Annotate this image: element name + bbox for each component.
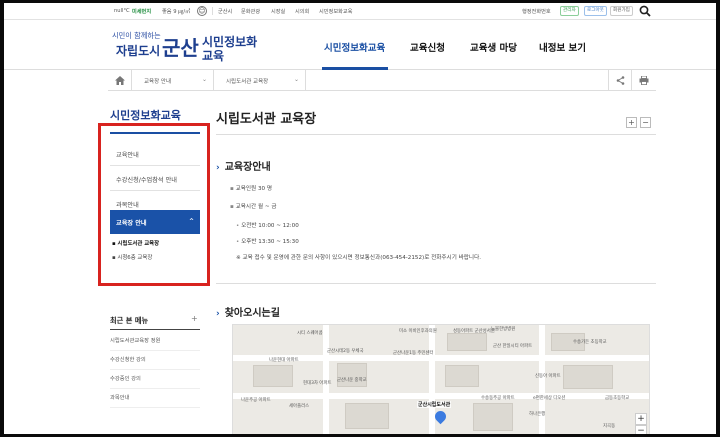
- logout-button[interactable]: 로그아웃: [584, 6, 607, 16]
- highlight-annotation-box: [98, 123, 210, 286]
- browser-viewport: null°C 미세먼지 좋음 9 ㎍/㎥ ☺ 군산시 문화관광 시장실 시의회 …: [4, 3, 716, 434]
- map-label: 세아플러스: [289, 404, 310, 409]
- smile-face-icon: ☺: [197, 6, 207, 16]
- recent-menu-item[interactable]: 수강신청한 강의: [110, 355, 200, 370]
- map-block: [447, 333, 487, 351]
- recent-menu-item[interactable]: 시립도서관교육장 정원: [110, 336, 200, 351]
- map-label: 신동아 아파트: [535, 374, 561, 379]
- map-label: 금동초등학교: [605, 396, 630, 401]
- map-label: 시티 스퀘어콤: [297, 331, 323, 336]
- map-label: 군산시테2동 우체국: [327, 349, 364, 354]
- recent-menu-item[interactable]: 수강중인 강의: [110, 374, 200, 389]
- signup-button[interactable]: 회원가입: [610, 6, 633, 16]
- map-road: [539, 325, 545, 434]
- sidebar-title: 시민정보화교육: [110, 109, 181, 122]
- top-link-education[interactable]: 시민정보화교육: [319, 8, 352, 15]
- chevron-down-icon: ⌄: [294, 76, 300, 83]
- map-label: 군산나운1동 주민센터: [393, 351, 434, 356]
- map-label: 나운현대 아파트: [269, 358, 299, 363]
- divider: [212, 7, 213, 15]
- recent-menu-divider: [110, 329, 200, 330]
- map-pin-icon[interactable]: [432, 408, 449, 425]
- map-label: 나운주공 아파트: [241, 398, 271, 403]
- breadcrumb-level1[interactable]: 교육장 안내 ⌄: [132, 70, 214, 91]
- chevron-right-icon: ›: [216, 163, 220, 173]
- search-icon[interactable]: [639, 5, 651, 17]
- map-label: 수송동주공 아파트: [481, 396, 515, 401]
- map-block: [445, 365, 479, 387]
- logo-site-name-2: 교육: [202, 49, 225, 63]
- map-block: [473, 403, 513, 431]
- map-block: [563, 365, 613, 389]
- map-label: 노블한방병원: [491, 327, 516, 332]
- phone-directory-link[interactable]: 행정전화번호: [522, 8, 551, 15]
- inquiry-note: ※ 교육 접수 및 운영에 관한 문의 사항이 있으시면 정보통신과(063-4…: [236, 255, 481, 261]
- home-icon: [115, 76, 125, 85]
- recent-menu-expand-button[interactable]: +: [191, 314, 198, 323]
- map-road: [233, 393, 649, 399]
- admin-button[interactable]: 관리자: [560, 6, 579, 16]
- zoom-out-button[interactable]: −: [640, 117, 651, 128]
- top-link-gunsan[interactable]: 군산시: [218, 8, 232, 15]
- map-label: 미소 이비인후과의원: [399, 329, 437, 334]
- site-logo[interactable]: 시민이 함께하는 자립도시 군산 시민정보화 교육: [108, 28, 268, 66]
- print-icon: [639, 76, 649, 85]
- map-label: 성동아파트 군산성서원: [453, 329, 495, 334]
- chevron-right-icon: ›: [216, 309, 220, 319]
- dust-label: 미세먼지: [132, 9, 152, 15]
- gnb-my-info[interactable]: 내정보 보기: [539, 40, 586, 54]
- top-link-mayor[interactable]: 시장실: [271, 8, 285, 15]
- gnb-apply[interactable]: 교육신청: [410, 40, 445, 54]
- top-link-tourism[interactable]: 문화관광: [241, 8, 260, 15]
- breadcrumb-level2[interactable]: 시립도서관 교육장 ⌄: [214, 70, 306, 91]
- print-button[interactable]: [632, 70, 656, 91]
- top-link-council[interactable]: 시의회: [295, 8, 309, 15]
- recent-menu-title: 최근 본 메뉴: [110, 316, 149, 325]
- site-header: 시민이 함께하는 자립도시 군산 시민정보화 교육 시민정보화교육 교육신청 교…: [4, 20, 716, 70]
- section-heading-directions: › 찾아오시는길: [216, 308, 280, 319]
- map-block: [337, 363, 367, 387]
- map-label: 군산나운 중학교: [337, 378, 367, 383]
- schedule-row: ▪ 교육시간 월 ~ 금: [230, 204, 277, 210]
- share-button[interactable]: [608, 70, 632, 91]
- map-label: e편한세상 디오션: [533, 396, 566, 401]
- map-label: 수송가든 초등학교: [573, 340, 607, 345]
- map-label: 군산 한일시티 아파트: [493, 344, 533, 349]
- dust-value: 좋음 9 ㎍/㎥: [162, 9, 191, 15]
- breadcrumb: 교육장 안내 ⌄ 시립도서관 교육장 ⌄: [108, 70, 656, 91]
- map-place-label: 군산시립도서관: [417, 401, 452, 408]
- afternoon-class-row: • 오후반 13:30 ~ 15:30: [236, 239, 299, 245]
- map-zoom-in-button[interactable]: +: [635, 413, 647, 425]
- section-divider: [216, 283, 656, 284]
- utility-bar: null°C 미세먼지 좋음 9 ㎍/㎥ ☺ 군산시 문화관광 시장실 시의회 …: [4, 3, 716, 20]
- location-map[interactable]: 시티 스퀘어콤 군산시테2동 우체국 나운현대 아파트 미소 이비인후과의원 성…: [232, 324, 650, 434]
- chevron-down-icon: ⌄: [202, 76, 208, 83]
- gnb-student-board[interactable]: 교육생 마당: [470, 40, 517, 54]
- logo-city: 자립도시: [116, 44, 161, 58]
- zoom-in-button[interactable]: +: [626, 117, 637, 128]
- capacity-row: ▪ 교육인원 30 명: [230, 186, 272, 192]
- map-zoom-out-button[interactable]: −: [635, 425, 647, 434]
- page-title: 시립도서관 교육장: [216, 112, 317, 127]
- share-icon: [616, 76, 625, 85]
- morning-class-row: • 오전반 10:00 ~ 12:00: [236, 223, 299, 229]
- map-label: 하나은행: [529, 412, 546, 417]
- map-label: 현대3차 아파트: [303, 381, 332, 386]
- logo-slogan: 시민이 함께하는: [112, 31, 161, 40]
- home-crumb[interactable]: [108, 70, 132, 91]
- title-divider: [216, 134, 656, 135]
- map-block: [253, 365, 293, 387]
- gnb-citizen-education[interactable]: 시민정보화교육: [324, 40, 385, 54]
- map-block: [345, 403, 389, 429]
- section-heading-classroom-info: › 교육장안내: [216, 162, 271, 173]
- weather-temp: null°C: [114, 8, 130, 14]
- recent-menu-item[interactable]: 과목안내: [110, 393, 200, 408]
- map-label: 지곡동: [603, 424, 616, 429]
- logo-brand: 군산: [162, 36, 199, 60]
